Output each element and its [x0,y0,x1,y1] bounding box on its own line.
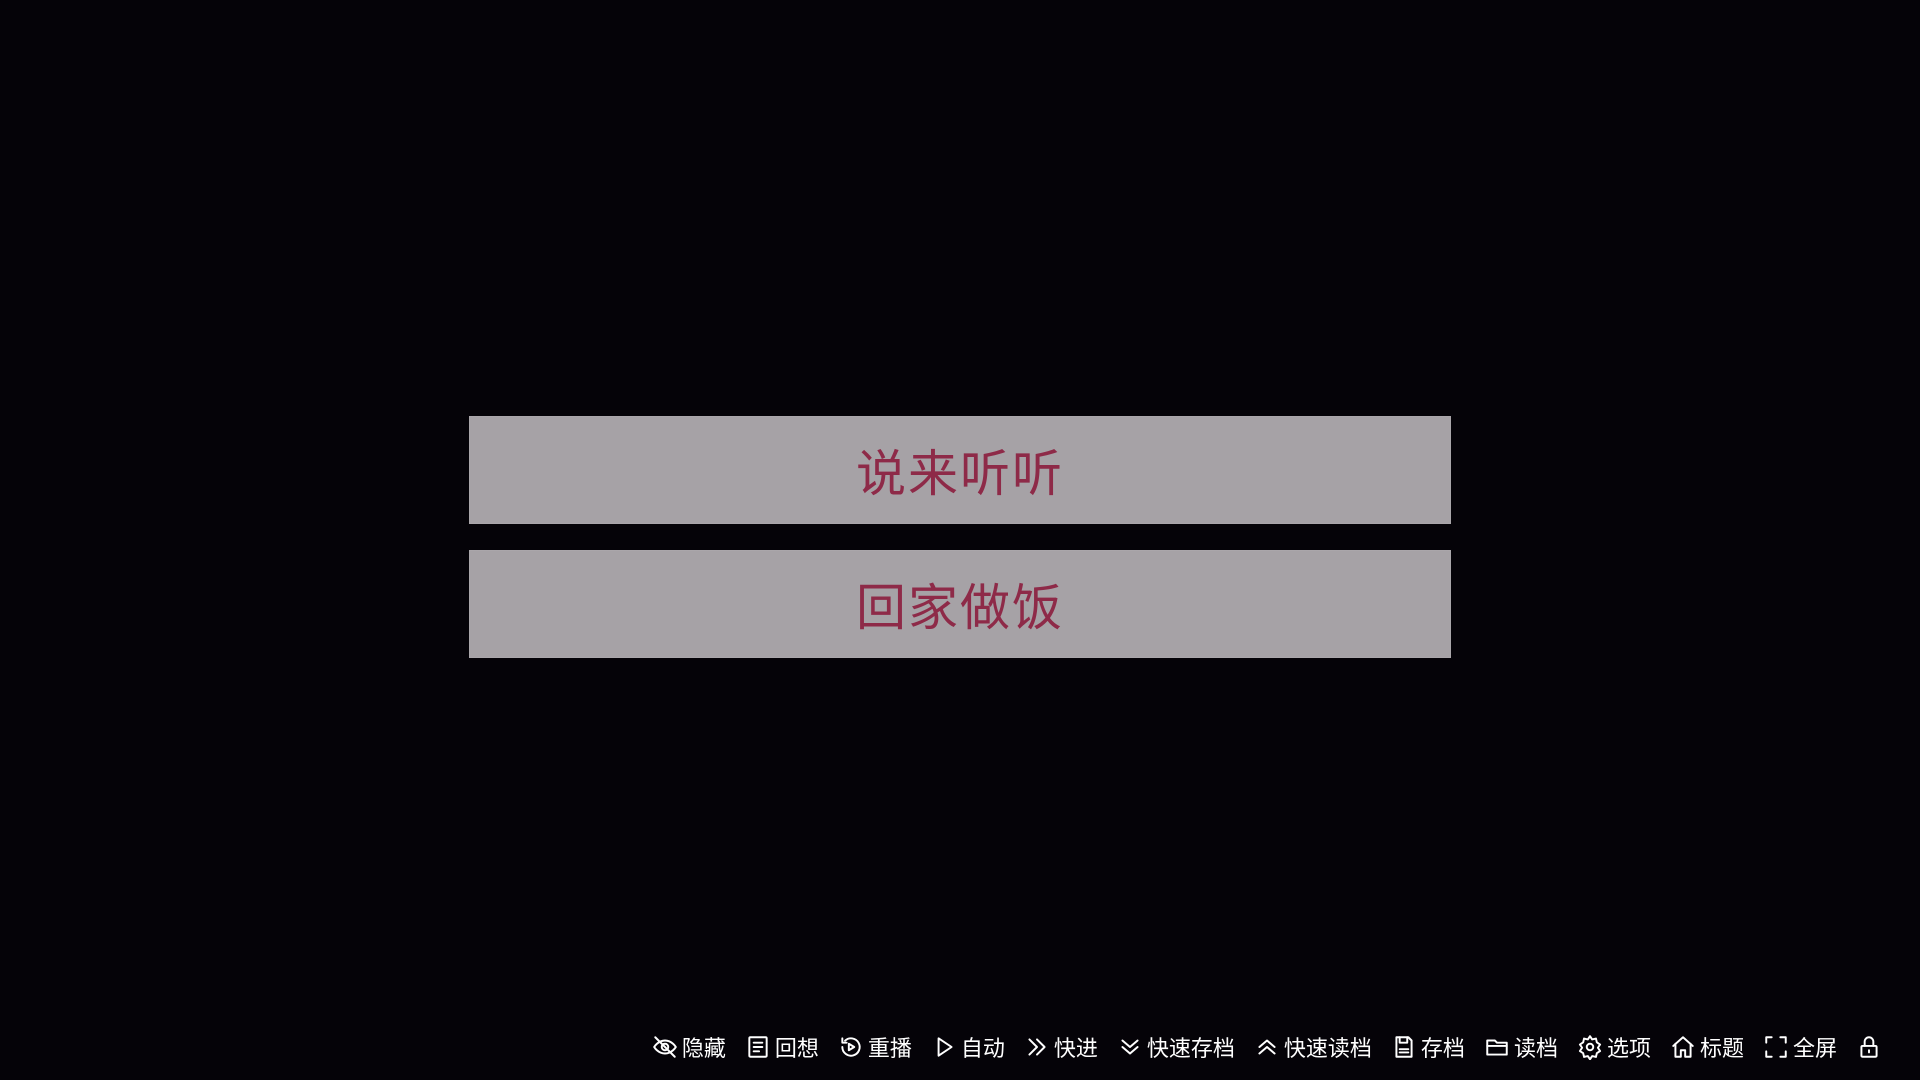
fullscreen-button[interactable]: 全屏 [1753,1031,1846,1063]
auto-button[interactable]: 自动 [921,1031,1014,1063]
play-icon [930,1033,958,1061]
folder-icon [1483,1033,1511,1061]
choice-label-2: 回家做饭 [856,579,1064,637]
home-icon [1669,1033,1697,1061]
fullscreen-icon [1762,1033,1790,1061]
fullscreen-label: 全屏 [1792,1037,1837,1062]
load-button[interactable]: 读档 [1474,1031,1567,1063]
history-label: 回想 [774,1037,819,1062]
skip-button[interactable]: 快进 [1014,1031,1107,1063]
fast-forward-icon [1023,1033,1051,1061]
auto-label: 自动 [960,1037,1005,1062]
document-list-icon [744,1033,772,1061]
title-label: 标题 [1699,1037,1744,1062]
choice-button-1[interactable]: 说来听听 [469,416,1451,524]
eye-off-icon [651,1033,679,1061]
skip-label: 快进 [1053,1037,1098,1062]
options-label: 选项 [1606,1037,1651,1062]
hide-button[interactable]: 隐藏 [642,1031,735,1063]
quick-save-label: 快速存档 [1146,1037,1235,1062]
save-button[interactable]: 存档 [1381,1031,1474,1063]
options-button[interactable]: 选项 [1567,1031,1660,1063]
chevron-up-icon [1253,1033,1281,1061]
gear-icon [1576,1033,1604,1061]
title-button[interactable]: 标题 [1660,1031,1753,1063]
lock-button[interactable] [1846,1033,1892,1061]
choice-label-1: 说来听听 [856,445,1064,503]
choice-button-2[interactable]: 回家做饭 [469,550,1451,658]
replay-label: 重播 [867,1037,912,1062]
quick-load-label: 快速读档 [1283,1037,1372,1062]
load-label: 读档 [1513,1037,1558,1062]
chevron-down-icon [1116,1033,1144,1061]
lock-icon [1855,1033,1883,1061]
quick-menu: 隐藏 回想 重播 自动 快进 快速存档 快速读档 存档 读档 选项 标题 全屏 [642,1028,1892,1066]
replay-icon [837,1033,865,1061]
quick-save-button[interactable]: 快速存档 [1107,1031,1244,1063]
game-screen: 说来听听 回家做饭 隐藏 回想 重播 自动 快进 快速存档 快速读档 存档 读档… [0,0,1920,1080]
history-button[interactable]: 回想 [735,1031,828,1063]
replay-button[interactable]: 重播 [828,1031,921,1063]
save-label: 存档 [1420,1037,1465,1062]
hide-label: 隐藏 [681,1037,726,1062]
save-file-icon [1390,1033,1418,1061]
quick-load-button[interactable]: 快速读档 [1244,1031,1381,1063]
